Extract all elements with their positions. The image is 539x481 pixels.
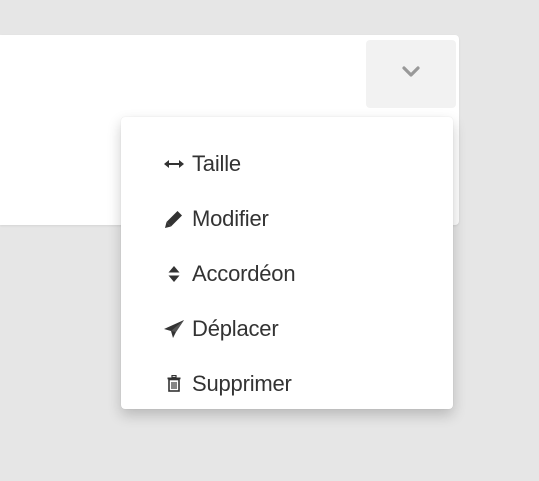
pencil-icon — [164, 209, 184, 229]
dropdown-menu: Taille Modifier Accordéon Déplacer Suppr… — [121, 117, 453, 409]
menu-item-label: Accordéon — [192, 260, 296, 286]
menu-item-label: Supprimer — [192, 370, 292, 396]
menu-item-modifier[interactable]: Modifier — [121, 191, 453, 246]
trash-icon — [164, 374, 184, 394]
menu-item-label: Déplacer — [192, 315, 279, 341]
menu-item-label: Modifier — [192, 205, 269, 231]
dropdown-toggle-button[interactable] — [366, 40, 456, 108]
menu-item-supprimer[interactable]: Supprimer — [121, 356, 453, 411]
menu-item-taille[interactable]: Taille — [121, 136, 453, 191]
arrows-horizontal-icon — [164, 154, 184, 174]
menu-item-deplacer[interactable]: Déplacer — [121, 301, 453, 356]
menu-item-accordeon[interactable]: Accordéon — [121, 246, 453, 301]
chevron-down-icon — [401, 65, 421, 84]
sort-icon — [164, 264, 184, 284]
paper-plane-icon — [164, 319, 184, 339]
menu-item-label: Taille — [192, 150, 241, 176]
